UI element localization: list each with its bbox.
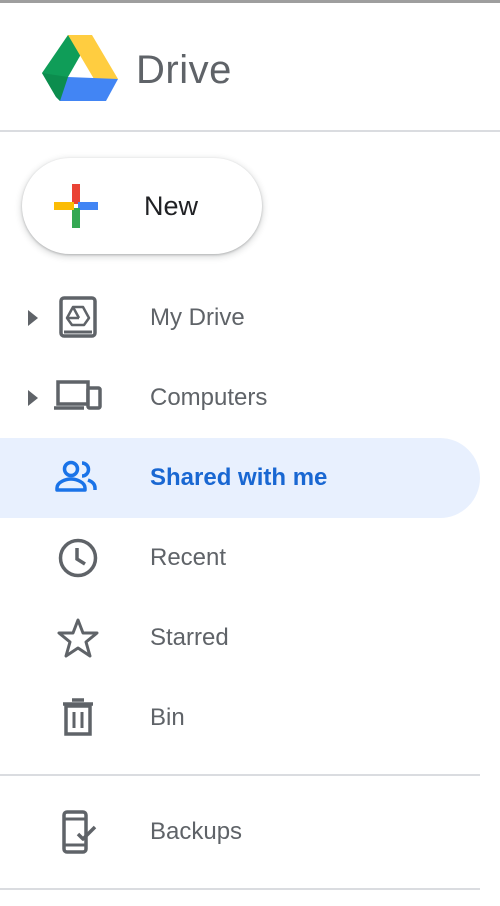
- expand-caret-icon[interactable]: [26, 388, 40, 408]
- shared-people-icon: [55, 460, 97, 492]
- nav-item-shared-with-me[interactable]: Shared with me: [0, 438, 480, 518]
- new-button-label: New: [144, 191, 199, 221]
- nav-item-starred[interactable]: Starred: [0, 598, 480, 678]
- nav-divider: [0, 774, 480, 776]
- star-icon: [57, 618, 99, 658]
- clock-icon: [58, 538, 98, 578]
- nav-item-backups[interactable]: Backups: [0, 792, 480, 872]
- nav-label-computers: Computers: [150, 384, 268, 411]
- trash-icon: [63, 698, 93, 736]
- nav-item-recent[interactable]: Recent: [0, 518, 480, 598]
- expand-caret-icon[interactable]: [26, 308, 40, 328]
- nav-item-bin[interactable]: Bin: [0, 678, 480, 758]
- nav-label-recent: Recent: [150, 544, 227, 571]
- header-divider: [0, 130, 500, 132]
- app-title: Drive: [136, 48, 232, 92]
- nav-label-starred: Starred: [150, 624, 229, 651]
- computers-icon: [54, 380, 102, 410]
- new-button[interactable]: New: [22, 158, 262, 254]
- drive-sidebar: Drive New My Drive Computers Shared with…: [0, 0, 500, 906]
- phone-check-icon: [62, 810, 97, 854]
- app-header: Drive: [0, 3, 500, 131]
- nav-item-my-drive[interactable]: My Drive: [0, 278, 480, 358]
- multicolor-plus-icon: [54, 184, 98, 228]
- nav-label-backups: Backups: [150, 818, 243, 845]
- bottom-divider: [0, 888, 480, 890]
- nav-item-computers[interactable]: Computers: [0, 358, 480, 438]
- nav-label-bin: Bin: [150, 704, 185, 731]
- nav-label-shared-with-me: Shared with me: [150, 464, 328, 491]
- nav-label-my-drive: My Drive: [150, 304, 245, 331]
- my-drive-icon: [59, 296, 97, 338]
- drive-logo-icon[interactable]: [40, 33, 120, 105]
